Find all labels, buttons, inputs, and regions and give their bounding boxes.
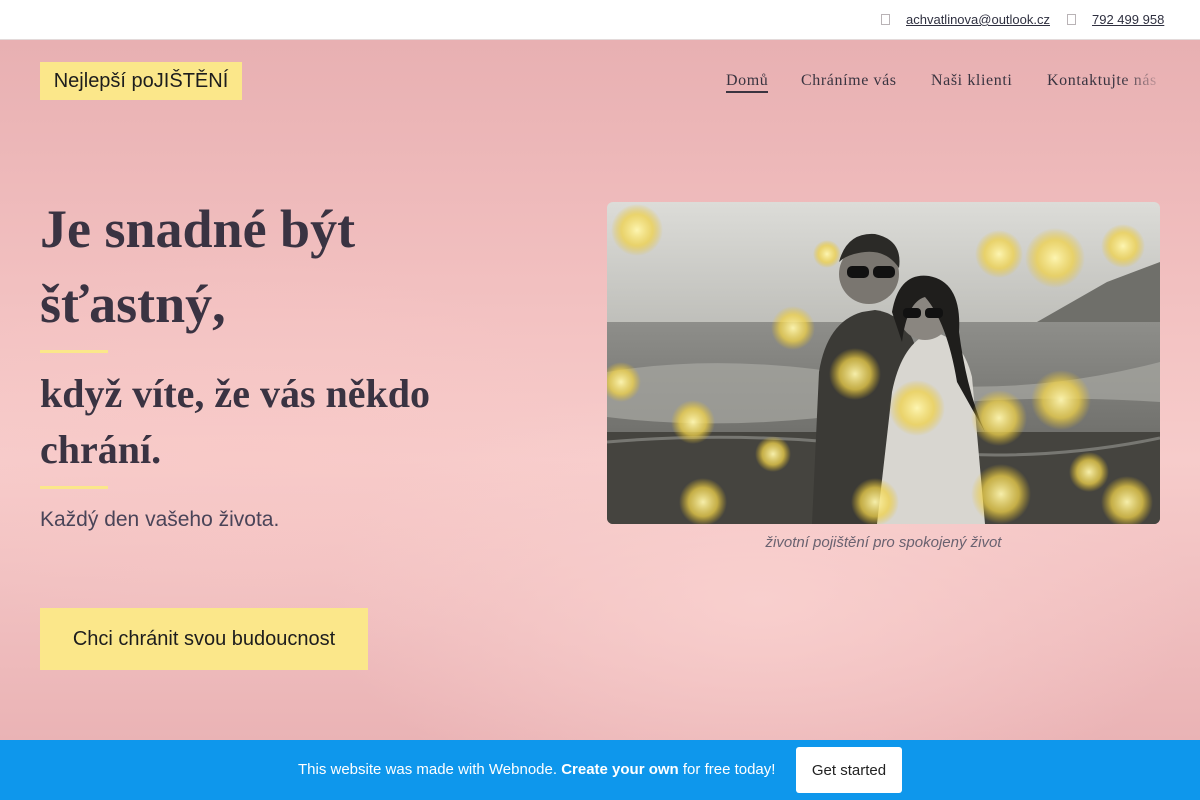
accent-divider [40,486,108,489]
top-contact-bar: achvatlinova@outlook.cz 792 499 958 [0,0,1200,40]
nav-item-home[interactable]: Domů [726,72,769,93]
hero-tagline: Každý den vašeho života. [40,508,280,531]
hero-headline: Je snadné být šťastný, [40,199,356,334]
image-caption: životní pojištění pro spokojený život [765,534,1002,551]
accent-divider [40,350,108,353]
banner-text-emphasis: Create your own [561,761,679,778]
banner-text-intro: This website was made with Webnode. [298,761,558,778]
cta-button[interactable]: Chci chránit svou budoucnost [40,608,368,670]
contact-email: achvatlinova@outlook.cz [880,12,1050,27]
nav-item-protect[interactable]: Chráníme vás [801,72,897,90]
hero-subheadline: když víte, že vás někdo chrání. [40,371,430,472]
banner-text: This website was made with Webnode. Crea… [298,761,775,778]
hero-image [607,202,1160,524]
phone-icon [1066,14,1076,26]
banner-text-outro: for free today! [682,761,776,778]
nav-item-clients[interactable]: Naši klienti [931,72,1012,90]
contact-phone: 792 499 958 [1066,12,1164,27]
nav-item-contact[interactable]: Kontaktujte nás [1047,72,1160,90]
webnode-banner: This website was made with Webnode. Crea… [0,740,1200,800]
nav-item-label: Domů [726,72,769,93]
get-started-button[interactable]: Get started [796,747,902,793]
phone-link[interactable]: 792 499 958 [1092,12,1164,27]
envelope-icon [880,14,890,26]
email-link[interactable]: achvatlinova@outlook.cz [906,12,1050,27]
site-logo[interactable]: Nejlepší poJIŠTĚNÍ [40,62,242,100]
